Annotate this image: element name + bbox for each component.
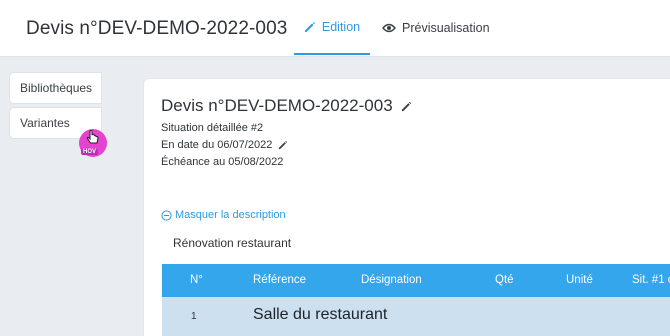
- edit-title-pencil-icon[interactable]: [401, 101, 412, 112]
- tab-previsualisation-label: Prévisualisation: [402, 20, 490, 35]
- sidebar-tab-bibliotheques[interactable]: Bibliothèques: [9, 72, 102, 104]
- document-description: Rénovation restaurant: [173, 236, 292, 250]
- table-header: N° Référence Désignation Qté Unité Sit. …: [162, 264, 670, 297]
- tab-edition-label: Edition: [321, 19, 361, 34]
- tab-previsualisation[interactable]: Prévisualisation: [382, 0, 490, 55]
- circle-minus-icon: [161, 209, 172, 221]
- edit-date-pencil-icon[interactable]: [278, 140, 288, 150]
- situation-label: Situation détaillée #2: [161, 122, 263, 134]
- top-bar: Devis n°DEV-DEMO-2022-003 Edition Prévis…: [0, 0, 670, 57]
- date-label: En date du 06/07/2022: [161, 139, 288, 151]
- hand-cursor-icon: [86, 130, 99, 144]
- column-header-situation: Sit. #1 c: [632, 274, 670, 286]
- eye-icon: [382, 23, 396, 32]
- document-title: Devis n°DEV-DEMO-2022-003: [161, 96, 412, 116]
- column-header-quantity: Qté: [495, 274, 514, 286]
- column-header-reference: Référence: [253, 274, 307, 286]
- tab-edition[interactable]: Edition: [294, 0, 370, 55]
- column-header-designation: Désignation: [361, 274, 422, 286]
- column-header-unit: Unité: [566, 274, 593, 286]
- page-title: Devis n°DEV-DEMO-2022-003: [26, 18, 288, 39]
- pencil-icon: [304, 21, 315, 32]
- hide-description-link[interactable]: Masquer la description: [161, 209, 286, 221]
- document-title-text: Devis n°DEV-DEMO-2022-003: [161, 96, 393, 115]
- hide-description-text: Masquer la description: [175, 209, 286, 221]
- date-text: En date du 06/07/2022: [161, 139, 273, 151]
- row-designation: Salle du restaurant: [253, 306, 388, 323]
- due-date-label: Échéance au 05/08/2022: [161, 156, 283, 168]
- row-number: 1: [191, 311, 197, 322]
- sidebar-tab-label: Bibliothèques: [20, 81, 93, 95]
- hover-label: HOV: [81, 149, 99, 155]
- situation-text: Situation détaillée #2: [161, 122, 264, 134]
- column-header-num: N°: [190, 274, 203, 286]
- due-date-text: Échéance au 05/08/2022: [161, 156, 284, 168]
- sidebar-tab-label: Variantes: [20, 116, 70, 130]
- table-row[interactable]: 1 Salle du restaurant: [162, 297, 670, 336]
